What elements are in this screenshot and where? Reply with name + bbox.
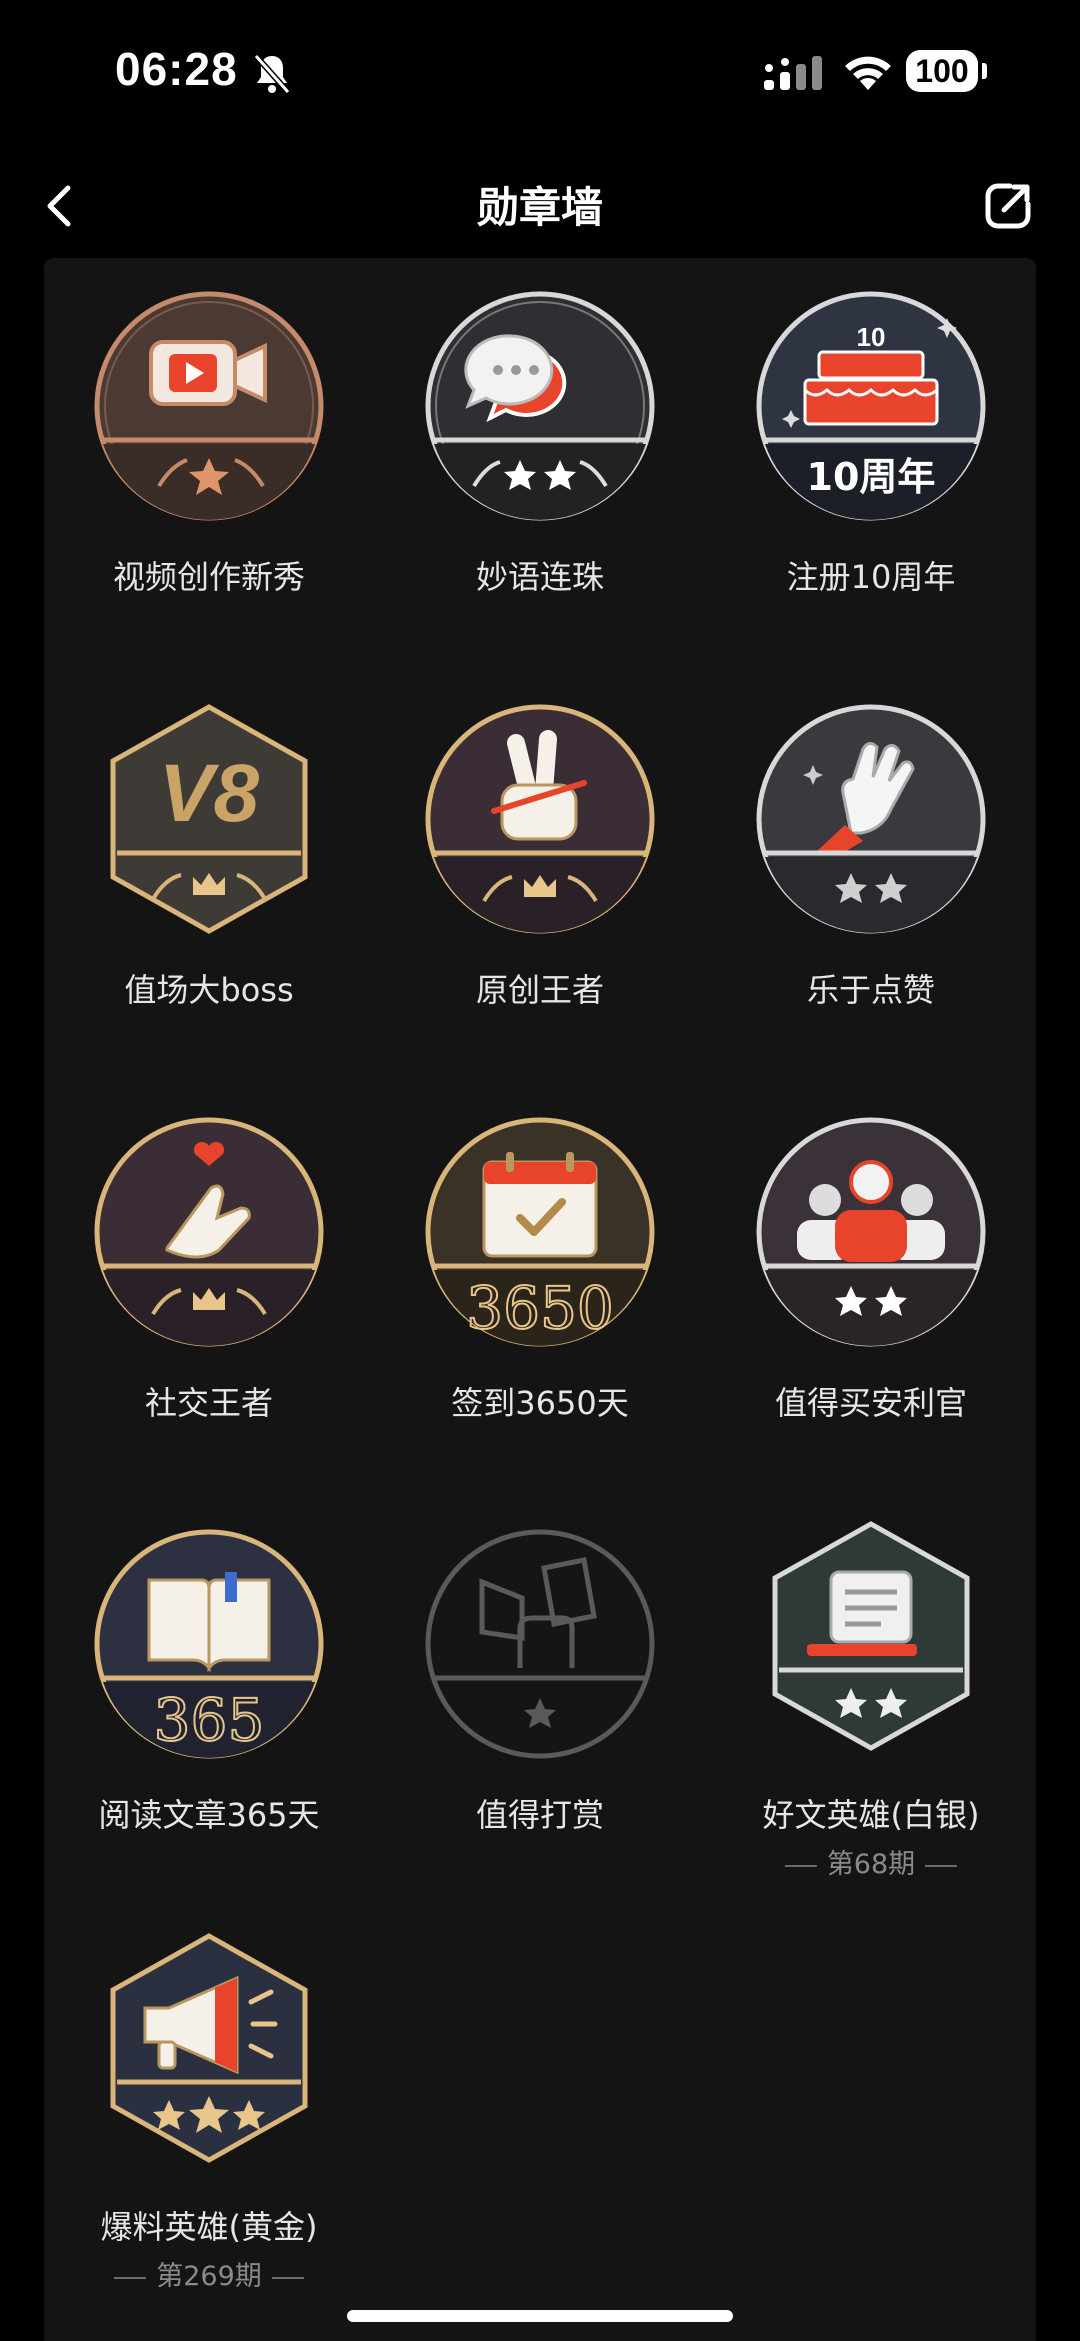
victory-hand-icon bbox=[425, 704, 655, 934]
battery-nub bbox=[982, 63, 987, 79]
cake-number: 10 bbox=[857, 322, 886, 352]
battery-icon: 100 bbox=[906, 50, 978, 92]
checkin-days-text: 3650 bbox=[466, 1274, 614, 1342]
badge-item[interactable]: 10 10周年 注册10周年 bbox=[706, 290, 1036, 610]
badge-item[interactable]: V8 值场大boss bbox=[44, 703, 374, 1023]
badge-label: 视频创作新秀 bbox=[112, 558, 305, 596]
page-title: 勋章墙 bbox=[476, 183, 603, 232]
share-icon[interactable] bbox=[980, 178, 1036, 234]
cake-icon: 10 10周年 bbox=[756, 291, 986, 521]
badge-label: 社交王者 bbox=[144, 1384, 273, 1422]
badge-label: 值得打赏 bbox=[475, 1796, 604, 1834]
badge-item[interactable]: 妙语连珠 bbox=[375, 290, 705, 610]
video-camera-icon bbox=[94, 291, 324, 521]
badge-item[interactable]: 视频创作新秀 bbox=[44, 290, 374, 610]
badge-label: 阅读文章365天 bbox=[98, 1796, 320, 1834]
badge-issue-text: 第68期 bbox=[826, 1849, 916, 1880]
badge-item[interactable]: 原创王者 bbox=[375, 703, 705, 1023]
badge-label: 乐于点赞 bbox=[806, 971, 935, 1009]
badge-label: 爆料英雄(黄金) bbox=[100, 2208, 318, 2246]
badge-item[interactable]: 爆料英雄(黄金) 第269期 bbox=[44, 1932, 374, 2292]
reading-days-text: 365 bbox=[154, 1686, 265, 1754]
badge-issue: 第68期 bbox=[706, 1842, 1036, 1881]
scroll-icon bbox=[772, 1521, 970, 1751]
badge-label: 值得买安利官 bbox=[774, 1384, 967, 1422]
v8-icon: V8 bbox=[110, 704, 308, 934]
megaphone-icon bbox=[110, 1933, 308, 2163]
badge-issue-text: 第269期 bbox=[156, 2261, 262, 2292]
badge-item[interactable]: 好文英雄(白银) 第68期 bbox=[706, 1520, 1036, 1880]
bell-muted-icon bbox=[253, 54, 291, 94]
badge-item[interactable]: 乐于点赞 bbox=[706, 703, 1036, 1023]
calendar-check-icon: 3650 bbox=[425, 1117, 655, 1347]
badge-item[interactable]: 365 阅读文章365天 bbox=[44, 1528, 374, 1848]
cellular-signal-icon bbox=[764, 56, 822, 90]
screen: 06:28 100 勋章墙 视频创作新秀 妙语连珠 10 10周年 注册10周年… bbox=[0, 0, 1080, 2341]
badge-item[interactable]: 值得买安利官 bbox=[706, 1116, 1036, 1436]
badge-label: 原创王者 bbox=[475, 971, 604, 1009]
badge-label: 好文英雄(白银) bbox=[762, 1796, 980, 1834]
wifi-icon bbox=[845, 56, 891, 90]
open-book-icon: 365 bbox=[94, 1529, 324, 1759]
vip-level-text: V8 bbox=[159, 748, 260, 839]
people-icon bbox=[756, 1117, 986, 1347]
megaphone-fist-icon bbox=[425, 1529, 655, 1759]
badge-label: 注册10周年 bbox=[786, 558, 956, 596]
home-indicator[interactable] bbox=[347, 2310, 733, 2322]
status-bar: 06:28 100 bbox=[0, 0, 1080, 150]
anniversary-text: 10周年 bbox=[807, 455, 936, 499]
badge-issue: 第269期 bbox=[44, 2254, 374, 2293]
badge-item[interactable]: 3650 签到3650天 bbox=[375, 1116, 705, 1436]
badge-wall: 视频创作新秀 妙语连珠 10 10周年 注册10周年 V8 值场大boss 原创… bbox=[44, 258, 1036, 2341]
badge-label: 妙语连珠 bbox=[475, 558, 604, 596]
badge-label: 签到3650天 bbox=[451, 1384, 629, 1422]
chat-bubbles-icon bbox=[425, 291, 655, 521]
status-time: 06:28 bbox=[115, 43, 238, 95]
badge-label: 值场大boss bbox=[124, 971, 294, 1009]
badge-item[interactable]: 值得打赏 bbox=[375, 1528, 705, 1848]
nav-bar: 勋章墙 bbox=[0, 160, 1080, 250]
finger-heart-icon bbox=[94, 1117, 324, 1347]
badge-item[interactable]: 社交王者 bbox=[44, 1116, 374, 1436]
hand-wave-icon bbox=[756, 704, 986, 934]
